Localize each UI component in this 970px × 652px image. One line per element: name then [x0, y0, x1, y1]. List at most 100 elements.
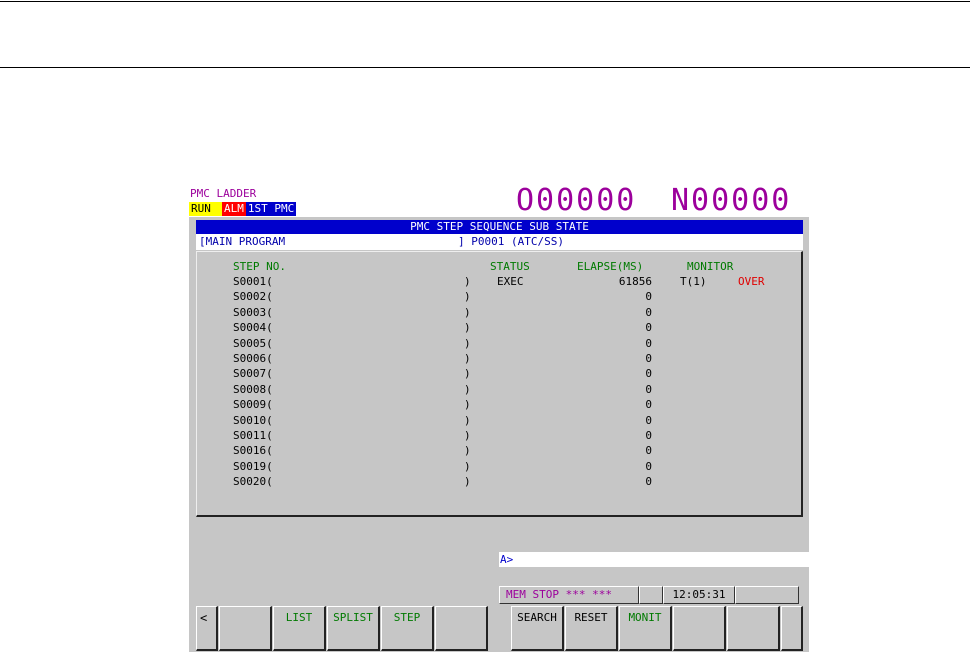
step-close-paren: ) — [464, 398, 471, 412]
softkey-step[interactable]: STEP — [381, 606, 434, 651]
screen-title: PMC LADDER — [190, 187, 257, 200]
step-close-paren: ) — [464, 367, 471, 381]
command-input[interactable]: A> — [499, 552, 809, 567]
step-number: S0003( — [233, 305, 273, 319]
step-number: S0007( — [233, 367, 273, 381]
column-header-elapse: ELAPSE(MS) — [577, 260, 644, 273]
step-close-paren: ) — [464, 382, 471, 396]
step-table: STEP NO. STATUS ELAPSE(MS) MONITOR S0001… — [196, 251, 803, 517]
clock: 12:05:31 — [663, 586, 735, 604]
softkey-bar: < LIST SPLIST STEP SEARCH RESET MONIT — [189, 605, 809, 652]
alarm-badge: ALM — [222, 202, 246, 216]
status-blank-2 — [735, 586, 799, 604]
softkey-10[interactable] — [727, 606, 780, 651]
softkey-reset[interactable]: RESET — [565, 606, 618, 651]
step-close-paren: ) — [464, 444, 471, 458]
step-elapse: 0 — [645, 398, 652, 412]
step-close-paren: ) — [464, 429, 471, 442]
step-close-paren: ) — [464, 459, 471, 473]
column-header-step: STEP NO. — [233, 260, 286, 273]
step-close-paren: ) — [464, 321, 471, 335]
step-number: S0020( — [233, 475, 273, 489]
sequence-number: N00000 — [671, 183, 792, 218]
table-row: S0003() 0 — [197, 306, 797, 321]
program-bar-left: [MAIN PROGRAM — [199, 235, 286, 248]
step-number: S0004( — [233, 321, 273, 335]
step-elapse: 61856 — [618, 275, 652, 288]
step-close-paren: ) — [464, 413, 471, 427]
mode-text: MEM STOP — [506, 588, 559, 601]
screen-header: PMC LADDER RUN ALM 1ST PMC O00000 N00000 — [189, 185, 809, 217]
softkey-1[interactable] — [219, 606, 272, 651]
step-close-paren: ) — [464, 305, 471, 319]
step-number: S0009( — [233, 398, 273, 412]
program-bar: [MAIN PROGRAM ] P0001 (ATC/SS) — [196, 234, 803, 250]
table-row: S0011() 0 — [197, 429, 797, 444]
step-close-paren: ) — [464, 475, 471, 489]
program-number: O00000 — [516, 183, 637, 218]
softkey-5[interactable] — [435, 606, 488, 651]
step-elapse: 0 — [645, 321, 652, 335]
run-badge: RUN — [189, 202, 222, 216]
softkey-monit[interactable]: MONIT — [619, 606, 672, 651]
table-row: S0016() 0 — [197, 444, 797, 459]
column-header-status: STATUS — [490, 260, 530, 273]
mode-stars: *** *** — [565, 588, 612, 601]
table-row: S0001() EXEC 61856 T(1) OVER — [197, 275, 797, 290]
step-elapse: 0 — [645, 429, 652, 442]
step-number: S0019( — [233, 459, 273, 473]
step-elapse: 0 — [645, 444, 652, 458]
softkey-list[interactable]: LIST — [273, 606, 326, 651]
step-number: S0006( — [233, 352, 273, 365]
table-row: S0007() 0 — [197, 367, 797, 382]
step-elapse: 0 — [645, 336, 652, 350]
table-row: S0006() 0 — [197, 352, 797, 367]
status-badges: RUN ALM 1ST PMC — [189, 202, 297, 216]
step-elapse: 0 — [645, 382, 652, 396]
softkey-9[interactable] — [673, 606, 726, 651]
softkey-next[interactable] — [781, 606, 803, 651]
mode-status: MEM STOP *** *** — [499, 586, 639, 604]
table-row: S0019() 0 — [197, 460, 797, 475]
page-title: PMC STEP SEQUENCE SUB STATE — [196, 220, 803, 234]
step-number: S0001( — [233, 275, 273, 288]
table-row: S0008() 0 — [197, 383, 797, 398]
step-close-paren: ) — [464, 336, 471, 350]
step-elapse: 0 — [645, 367, 652, 381]
status-blank-1 — [639, 586, 663, 604]
softkey-prev[interactable]: < — [196, 606, 218, 651]
softkey-splist[interactable]: SPLIST — [327, 606, 380, 651]
column-header-monitor: MONITOR — [687, 260, 734, 273]
top-rule — [0, 1, 970, 2]
cnc-screen: PMC LADDER RUN ALM 1ST PMC O00000 N00000… — [189, 185, 809, 652]
table-row: S0010() 0 — [197, 414, 797, 429]
step-elapse: 0 — [645, 352, 652, 365]
table-row: S0005() 0 — [197, 337, 797, 352]
table-row: S0009() 0 — [197, 398, 797, 413]
program-bar-right: ] P0001 (ATC/SS) — [458, 235, 564, 248]
step-close-paren: ) — [464, 275, 471, 288]
table-row: S0020() 0 — [197, 475, 797, 490]
step-close-paren: ) — [464, 290, 471, 304]
step-elapse: 0 — [645, 413, 652, 427]
pmc-badge: 1ST PMC — [245, 202, 297, 216]
step-elapse: 0 — [645, 459, 652, 473]
step-status: EXEC — [497, 275, 524, 288]
step-number: S0002( — [233, 290, 273, 304]
step-number: S0005( — [233, 336, 273, 350]
header-rule — [0, 67, 970, 68]
step-elapse: 0 — [645, 290, 652, 304]
step-elapse: 0 — [645, 475, 652, 489]
step-number: S0010( — [233, 413, 273, 427]
table-row: S0004() 0 — [197, 321, 797, 336]
step-number: S0008( — [233, 382, 273, 396]
step-flag: OVER — [738, 275, 765, 288]
status-bar: MEM STOP *** *** 12:05:31 — [499, 586, 799, 604]
softkey-search[interactable]: SEARCH — [511, 606, 564, 651]
step-monitor: T(1) — [680, 275, 707, 288]
step-number: S0016( — [233, 444, 273, 458]
step-close-paren: ) — [464, 352, 471, 365]
table-row: S0002() 0 — [197, 290, 797, 305]
step-elapse: 0 — [645, 305, 652, 319]
step-number: S0011( — [233, 429, 273, 442]
